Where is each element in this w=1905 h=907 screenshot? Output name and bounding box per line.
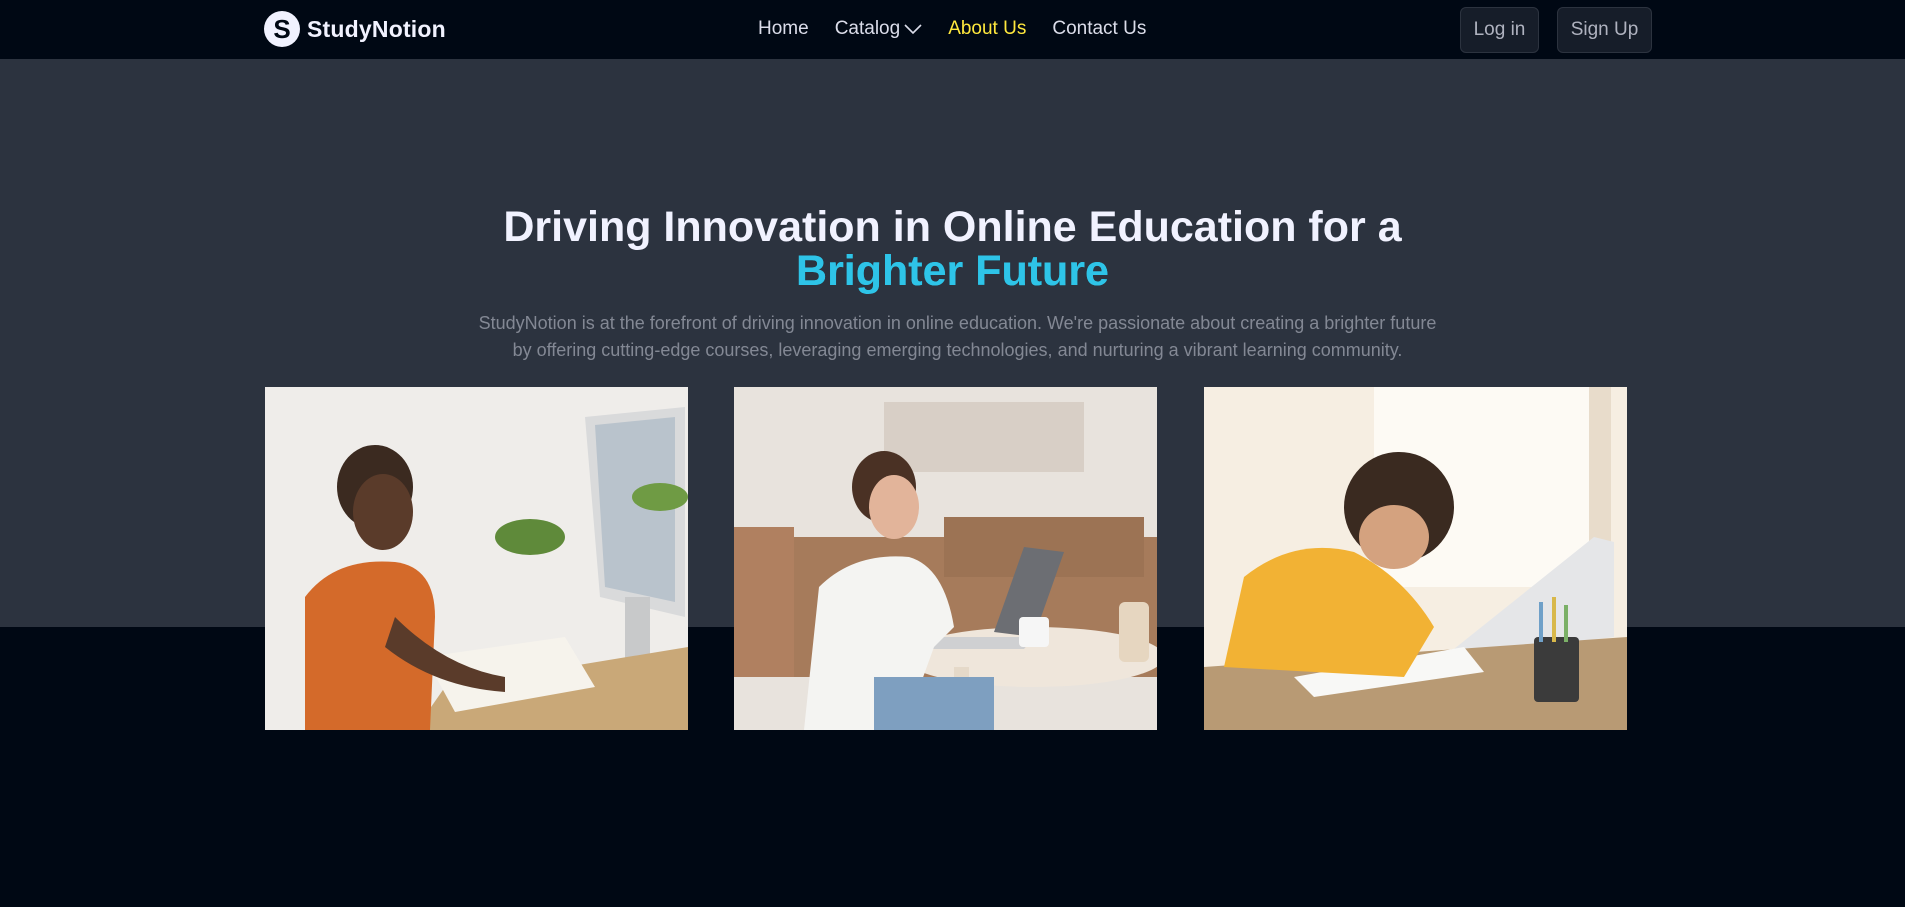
hero-description: StudyNotion is at the forefront of drivi… xyxy=(478,313,1437,360)
chevron-down-icon xyxy=(904,24,922,35)
brand-logo[interactable]: S StudyNotion xyxy=(264,11,446,47)
brand-name: StudyNotion xyxy=(307,15,446,42)
hero-title-line1: Driving Innovation in Online Education f… xyxy=(503,203,1402,251)
signup-button[interactable]: Sign Up xyxy=(1557,7,1652,53)
hero-title-highlight: Brighter Future xyxy=(0,249,1905,293)
hero-title: Driving Innovation in Online Education f… xyxy=(0,205,1905,293)
login-button[interactable]: Log in xyxy=(1460,7,1539,53)
photo-woman-with-laptop-icon xyxy=(734,387,1157,730)
logo-icon: S xyxy=(264,11,300,47)
nav-home[interactable]: Home xyxy=(758,18,809,40)
about-image-3 xyxy=(1204,387,1627,730)
nav-catalog[interactable]: Catalog xyxy=(835,18,923,40)
photo-woman-at-computer-icon xyxy=(265,387,688,730)
about-image-1 xyxy=(265,387,688,730)
nav-catalog-label: Catalog xyxy=(834,18,901,39)
nav-contact-us[interactable]: Contact Us xyxy=(1052,18,1146,40)
main-nav: Home Catalog About Us Contact Us xyxy=(758,18,1146,40)
photo-girl-writing-icon xyxy=(1204,387,1627,730)
top-navbar: S StudyNotion Home Catalog About Us Cont… xyxy=(0,0,1905,60)
nav-about-us[interactable]: About Us xyxy=(948,18,1026,40)
about-image-2 xyxy=(734,387,1157,730)
